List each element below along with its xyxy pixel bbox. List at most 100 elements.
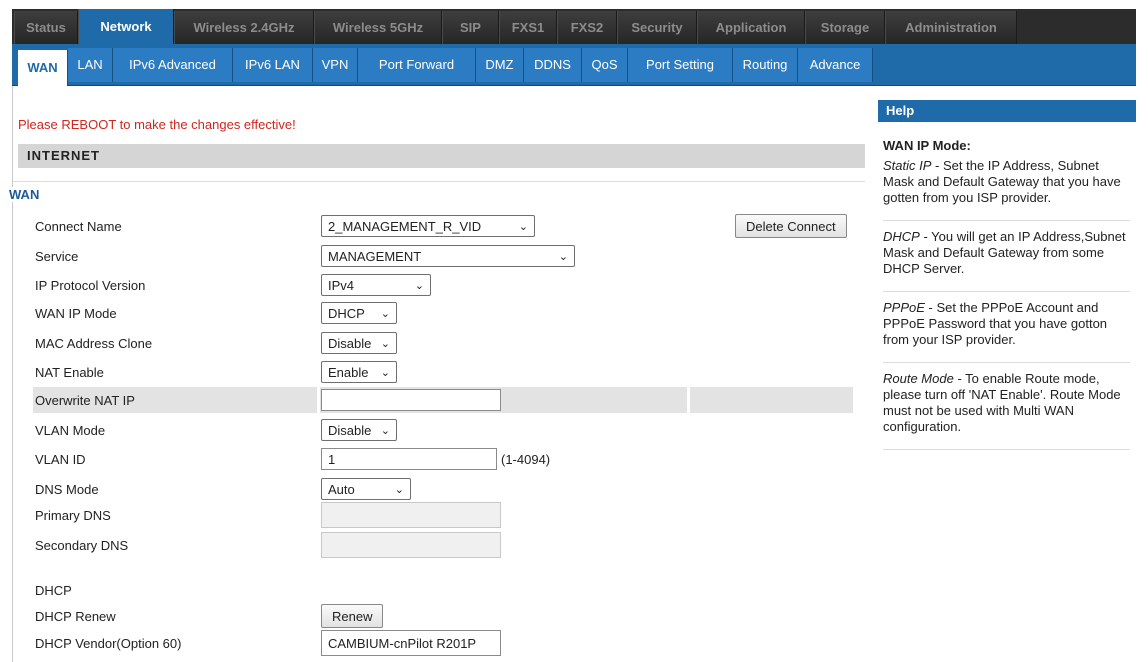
top-navigation: Status Network Wireless 2.4GHz Wireless … xyxy=(12,9,1136,44)
service-select[interactable]: MANAGEMENT ⌄ xyxy=(321,245,575,267)
subtab-lan[interactable]: LAN xyxy=(68,47,113,82)
help-term: Static IP xyxy=(883,158,932,173)
nat-enable-value: Enable xyxy=(328,364,369,380)
reboot-notice: Please REBOOT to make the changes effect… xyxy=(18,117,296,132)
help-item-dhcp: DHCP - You will get an IP Address,Subnet… xyxy=(883,229,1130,277)
tab-wireless-5ghz[interactable]: Wireless 5GHz xyxy=(314,11,442,44)
ip-protocol-select[interactable]: IPv4 ⌄ xyxy=(321,274,431,296)
subtab-ddns[interactable]: DDNS xyxy=(524,47,582,82)
help-term: Route Mode xyxy=(883,371,954,386)
row-service: Service MANAGEMENT ⌄ xyxy=(33,243,853,269)
chevron-down-icon: ⌄ xyxy=(394,483,404,496)
help-item-static-ip: Static IP - Set the IP Address, Subnet M… xyxy=(883,158,1130,206)
cell-divider xyxy=(317,387,320,413)
cell-divider xyxy=(687,387,690,413)
row-connect-name: Connect Name 2_MANAGEMENT_R_VID ⌄ Delete… xyxy=(33,213,853,239)
mac-clone-select[interactable]: Disable ⌄ xyxy=(321,332,397,354)
renew-button[interactable]: Renew xyxy=(321,604,384,628)
delete-connect-button[interactable]: Delete Connect xyxy=(735,214,847,238)
subtab-routing[interactable]: Routing xyxy=(733,47,798,82)
row-secondary-dns: Secondary DNS xyxy=(33,532,853,558)
secondary-dns-input[interactable] xyxy=(321,532,501,558)
tab-sip[interactable]: SIP xyxy=(442,11,499,44)
mac-clone-label: MAC Address Clone xyxy=(35,335,153,351)
tab-wireless-2-4ghz[interactable]: Wireless 2.4GHz xyxy=(174,11,314,44)
chevron-down-icon: ⌄ xyxy=(380,424,390,437)
subtab-qos[interactable]: QoS xyxy=(582,47,628,82)
dhcp-renew-label: DHCP Renew xyxy=(35,608,116,624)
help-body: WAN IP Mode: Static IP - Set the IP Addr… xyxy=(878,122,1136,450)
chevron-down-icon: ⌄ xyxy=(414,279,424,292)
secondary-dns-label: Secondary DNS xyxy=(35,537,129,553)
subtab-port-setting[interactable]: Port Setting xyxy=(628,47,733,82)
vlan-id-range: (1-4094) xyxy=(501,451,551,467)
wan-legend: WAN xyxy=(9,187,46,202)
wan-ip-mode-value: DHCP xyxy=(328,305,365,321)
row-primary-dns: Primary DNS xyxy=(33,502,853,528)
wan-ip-mode-label: WAN IP Mode xyxy=(35,305,117,321)
vlan-id-input[interactable]: 1 xyxy=(321,448,497,470)
tab-security[interactable]: Security xyxy=(617,11,697,44)
help-divider xyxy=(883,220,1130,221)
ip-protocol-value: IPv4 xyxy=(328,277,355,293)
overwrite-nat-ip-input[interactable] xyxy=(321,389,501,411)
nat-enable-select[interactable]: Enable ⌄ xyxy=(321,361,397,383)
subtab-dmz[interactable]: DMZ xyxy=(476,47,524,82)
primary-dns-label: Primary DNS xyxy=(35,507,111,523)
tab-application[interactable]: Application xyxy=(697,11,805,44)
subtab-ipv6-advanced[interactable]: IPv6 Advanced xyxy=(113,47,233,82)
tab-fxs1[interactable]: FXS1 xyxy=(499,11,557,44)
subtab-ipv6-lan[interactable]: IPv6 LAN xyxy=(233,47,313,82)
primary-dns-input[interactable] xyxy=(321,502,501,528)
help-term: DHCP xyxy=(883,229,920,244)
row-dhcp-vendor: DHCP Vendor(Option 60) CAMBIUM-cnPilot R… xyxy=(33,630,853,656)
subtab-wan[interactable]: WAN xyxy=(18,49,68,86)
help-item-route-mode: Route Mode - To enable Route mode, pleas… xyxy=(883,371,1130,435)
row-mac-clone: MAC Address Clone Disable ⌄ xyxy=(33,330,853,356)
subtab-advance[interactable]: Advance xyxy=(798,47,873,82)
connect-name-label: Connect Name xyxy=(35,218,122,234)
row-ip-protocol: IP Protocol Version IPv4 ⌄ xyxy=(33,272,853,298)
help-term: PPPoE xyxy=(883,300,925,315)
tab-fxs2[interactable]: FXS2 xyxy=(557,11,617,44)
help-item-pppoe: PPPoE - Set the PPPoE Account and PPPoE … xyxy=(883,300,1130,348)
row-overwrite-nat-ip: Overwrite NAT IP xyxy=(33,387,853,413)
row-dhcp-heading: DHCP xyxy=(33,577,853,603)
chevron-down-icon: ⌄ xyxy=(380,337,390,350)
chevron-down-icon: ⌄ xyxy=(380,307,390,320)
dns-mode-label: DNS Mode xyxy=(35,481,99,497)
dhcp-heading: DHCP xyxy=(35,582,72,598)
tab-storage[interactable]: Storage xyxy=(805,11,885,44)
row-vlan-id: VLAN ID 1 (1-4094) xyxy=(33,446,853,472)
chevron-down-icon: ⌄ xyxy=(518,220,528,233)
help-divider xyxy=(883,362,1130,363)
chevron-down-icon: ⌄ xyxy=(380,366,390,379)
ip-protocol-label: IP Protocol Version xyxy=(35,277,146,293)
connect-name-value: 2_MANAGEMENT_R_VID xyxy=(328,218,482,234)
row-nat-enable: NAT Enable Enable ⌄ xyxy=(33,359,853,385)
dhcp-vendor-label: DHCP Vendor(Option 60) xyxy=(35,635,182,651)
subtab-port-forward[interactable]: Port Forward xyxy=(358,47,476,82)
wan-ip-mode-select[interactable]: DHCP ⌄ xyxy=(321,302,397,324)
main-content: Please REBOOT to make the changes effect… xyxy=(9,86,874,662)
help-text: - You will get an IP Address,Subnet Mask… xyxy=(883,229,1126,276)
connect-name-select[interactable]: 2_MANAGEMENT_R_VID ⌄ xyxy=(321,215,535,237)
sub-navigation: WAN LAN IPv6 Advanced IPv6 LAN VPN Port … xyxy=(12,44,1136,86)
help-divider xyxy=(883,291,1130,292)
chevron-down-icon: ⌄ xyxy=(558,250,568,263)
row-dns-mode: DNS Mode Auto ⌄ xyxy=(33,476,853,502)
vlan-mode-select[interactable]: Disable ⌄ xyxy=(321,419,397,441)
dhcp-vendor-input[interactable]: CAMBIUM-cnPilot R201P xyxy=(321,630,501,656)
tab-administration[interactable]: Administration xyxy=(885,11,1017,44)
help-panel: Help WAN IP Mode: Static IP - Set the IP… xyxy=(878,100,1136,662)
vlan-mode-label: VLAN Mode xyxy=(35,422,106,438)
help-divider xyxy=(883,449,1130,450)
tab-status[interactable]: Status xyxy=(14,11,78,44)
vlan-mode-value: Disable xyxy=(328,422,372,438)
dns-mode-select[interactable]: Auto ⌄ xyxy=(321,478,411,500)
row-vlan-mode: VLAN Mode Disable ⌄ xyxy=(33,417,853,443)
vlan-id-label: VLAN ID xyxy=(35,451,86,467)
section-header: INTERNET xyxy=(18,144,865,168)
tab-network[interactable]: Network xyxy=(78,9,174,44)
subtab-vpn[interactable]: VPN xyxy=(313,47,358,82)
